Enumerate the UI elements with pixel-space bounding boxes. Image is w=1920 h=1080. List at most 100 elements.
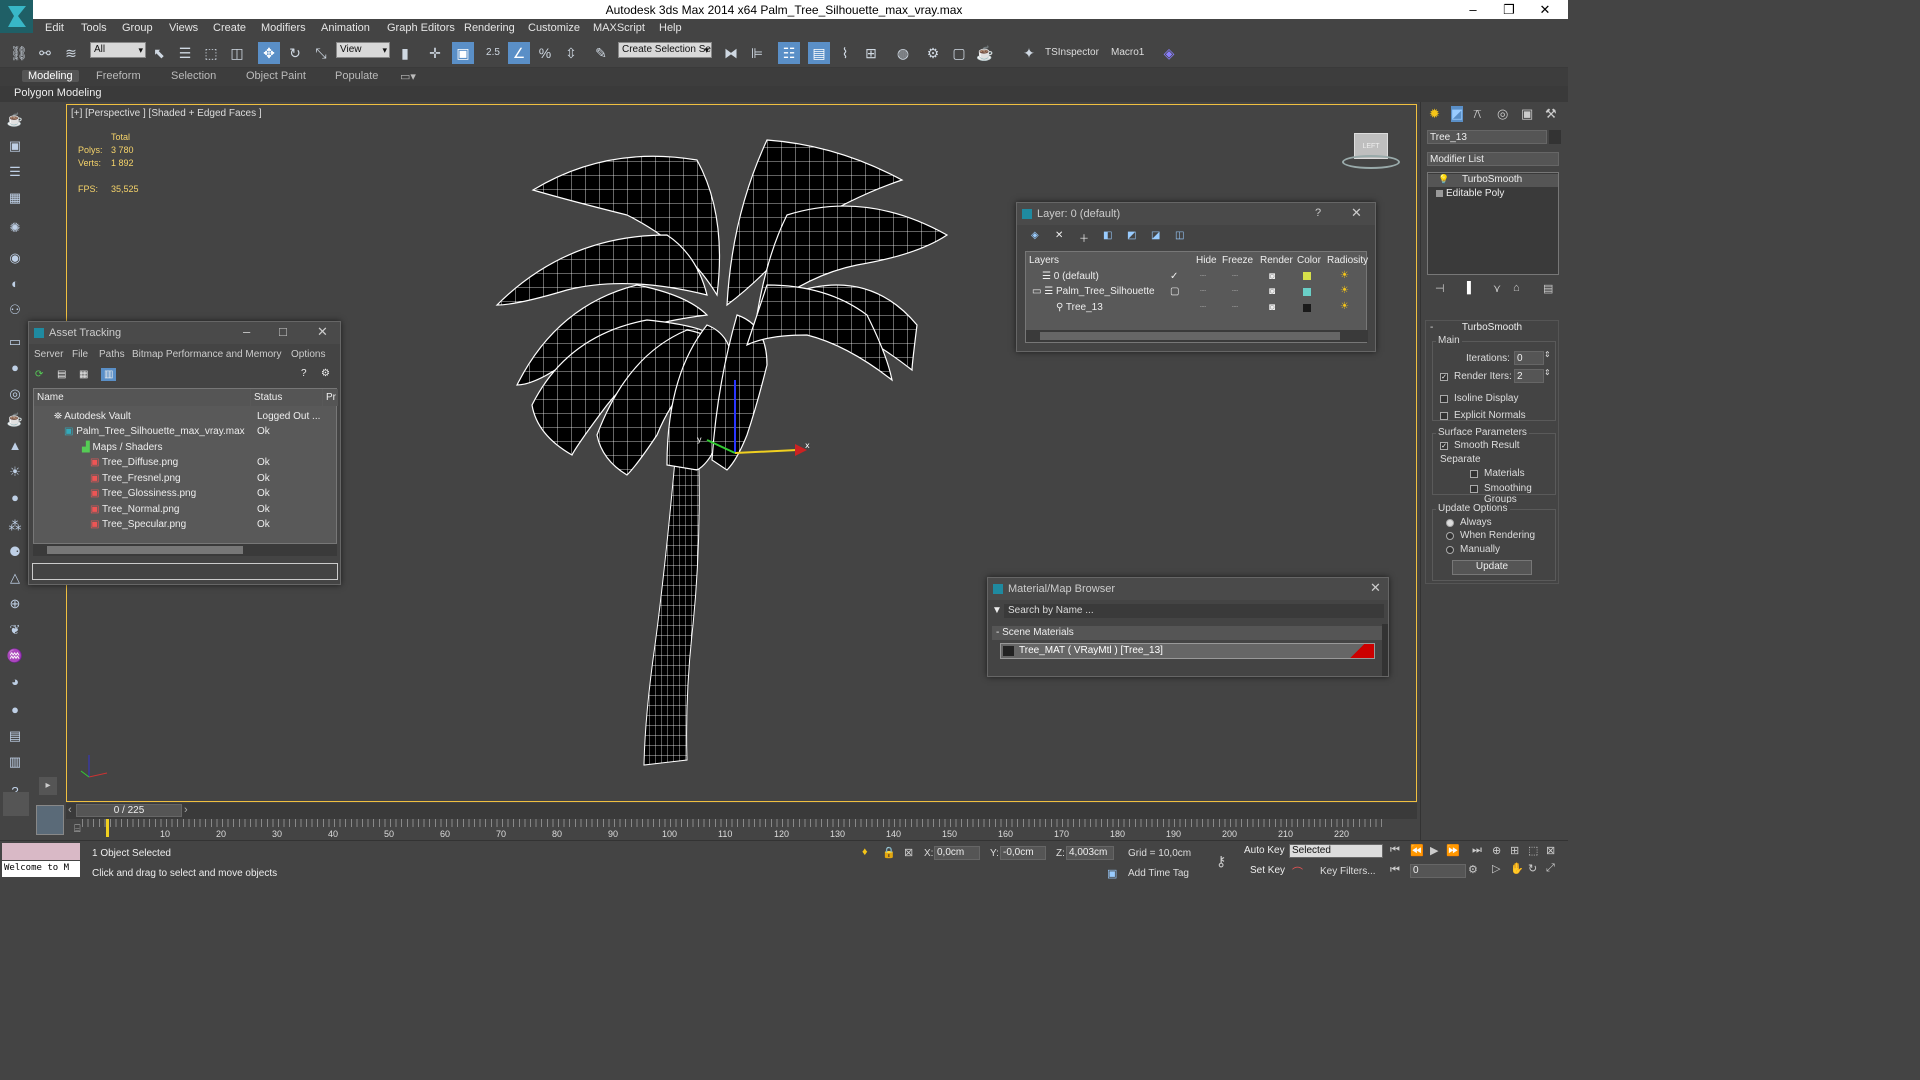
render-production-icon[interactable]: ☕: [974, 42, 996, 64]
layer-manager-title[interactable]: Layer: 0 (default): [1017, 203, 1375, 225]
globe-icon[interactable]: ⊕: [5, 594, 25, 614]
hierarchy-tab-icon[interactable]: ⚻: [1473, 106, 1482, 122]
paint-icon[interactable]: ◕: [5, 672, 25, 692]
set-key-icon[interactable]: ⌒: [1292, 864, 1303, 880]
layers-icon[interactable]: ▦: [5, 188, 25, 208]
close-button[interactable]: ✕: [1527, 0, 1563, 19]
smoothing-groups-checkbox[interactable]: [1470, 485, 1478, 493]
layer-active-toggle-icon[interactable]: ▢: [1170, 286, 1179, 297]
group-icon[interactable]: ⚇: [5, 300, 25, 320]
table-row[interactable]: ▣ Tree_Fresnel.png: [90, 473, 181, 484]
utilities-tab-icon[interactable]: ⚒: [1545, 106, 1557, 122]
preview-icon[interactable]: [3, 792, 29, 816]
asset-settings-icon[interactable]: ⚙: [321, 368, 330, 379]
play-animation-icon[interactable]: ▶: [1430, 844, 1438, 857]
time-slider[interactable]: ‹ 0 / 225 ›: [66, 803, 1417, 819]
render-setup-icon[interactable]: ⚙: [922, 42, 944, 64]
rect-selection-icon[interactable]: ⬚: [200, 42, 222, 64]
set-key-button[interactable]: Set Key: [1250, 865, 1286, 880]
material-editor-icon[interactable]: ◍: [892, 42, 914, 64]
keyboard-shortcut-override-icon[interactable]: ▣: [452, 42, 474, 64]
maximize-button[interactable]: ❐: [1491, 0, 1527, 19]
helper-icon[interactable]: ◐: [5, 274, 25, 294]
selection-filter-dropdown[interactable]: All: [90, 42, 146, 58]
pan-icon[interactable]: ✋: [1510, 862, 1524, 875]
layer-col-layers[interactable]: Layers: [1026, 252, 1171, 268]
polygon-modeling-label[interactable]: Polygon Modeling: [14, 87, 101, 99]
table-view-icon[interactable]: ▥: [101, 368, 117, 381]
script-icon[interactable]: ▥: [5, 752, 25, 772]
x-coordinate-field[interactable]: 0,0cm: [934, 846, 980, 860]
make-unique-icon[interactable]: ⋎: [1493, 282, 1501, 295]
link-icon[interactable]: ⛓: [8, 42, 30, 64]
align-icon[interactable]: ⊫: [746, 42, 768, 64]
materials-checkbox[interactable]: [1470, 470, 1478, 478]
orbit-icon[interactable]: ↻: [1528, 862, 1537, 875]
zoom-extents-icon[interactable]: ⬚: [1528, 844, 1538, 857]
track-bar[interactable]: 10 20 30 40 50 60 70 80 90 100 110 120 1…: [66, 819, 1382, 839]
selection-lock-icon[interactable]: 🔒: [882, 846, 896, 859]
manually-radio[interactable]: [1446, 546, 1454, 554]
z-coordinate-field[interactable]: 4,003cm: [1066, 846, 1114, 860]
render-toggle-icon[interactable]: ◙: [1269, 302, 1275, 313]
zoom-all-icon[interactable]: ⊞: [1510, 844, 1519, 857]
spinner-snap-icon[interactable]: ⇳: [560, 42, 582, 64]
go-to-start-icon[interactable]: ⏮: [1390, 844, 1400, 857]
select-scale-icon[interactable]: ⤡: [310, 42, 332, 64]
freeze-toggle-icon[interactable]: ┈: [1232, 271, 1238, 282]
layer-color-swatch[interactable]: [1303, 288, 1311, 296]
rendered-frame-window-icon[interactable]: ▢: [948, 42, 970, 64]
menu-help[interactable]: Help: [659, 22, 682, 34]
layer-row[interactable]: ☰ 0 (default): [1042, 271, 1099, 282]
asset-menu-bitmap[interactable]: Bitmap Performance and Memory: [132, 349, 282, 360]
add-time-tag[interactable]: Add Time Tag: [1128, 868, 1189, 879]
current-frame-field[interactable]: 0: [1410, 864, 1466, 878]
thumbnail-view-icon[interactable]: ▦: [79, 369, 88, 380]
layer-row[interactable]: ▭ ☰ Palm_Tree_Silhouette: [1032, 286, 1155, 297]
menu-create[interactable]: Create: [213, 22, 246, 34]
plant-icon[interactable]: ❦: [5, 620, 25, 640]
layer-color-swatch[interactable]: [1303, 304, 1311, 312]
list-icon[interactable]: ☰: [5, 162, 25, 182]
collapse-icon[interactable]: -: [1430, 322, 1433, 333]
asset-horizontal-scrollbar[interactable]: [33, 544, 337, 556]
schematic-view-icon[interactable]: ⊞: [860, 42, 882, 64]
always-radio[interactable]: [1446, 519, 1454, 527]
asset-menu-file[interactable]: File: [72, 349, 88, 360]
layer-color-swatch[interactable]: [1303, 272, 1311, 280]
material-icon[interactable]: ●: [5, 700, 25, 720]
mirror-icon[interactable]: ⧓: [720, 42, 742, 64]
table-row[interactable]: ▣ Tree_Diffuse.png: [90, 457, 178, 468]
tsinspector-icon[interactable]: ✦: [1018, 42, 1040, 64]
asset-col-status[interactable]: Status: [251, 389, 322, 406]
isolate-selection-icon[interactable]: ♦: [862, 846, 868, 858]
window-crossing-icon[interactable]: ◫: [226, 42, 248, 64]
explicit-normals-checkbox[interactable]: [1440, 412, 1448, 420]
y-coordinate-field[interactable]: -0,0cm: [1000, 846, 1046, 860]
add-to-layer-icon[interactable]: ＋: [1079, 230, 1089, 245]
mini-listener-icon[interactable]: [36, 805, 64, 835]
asset-path-field[interactable]: [32, 563, 338, 580]
modifier-list-dropdown[interactable]: Modifier List: [1427, 152, 1559, 166]
pin-stack-icon[interactable]: ⊣: [1435, 282, 1445, 295]
particles-icon[interactable]: ⁂: [5, 516, 25, 536]
teapot-primitive-icon[interactable]: ☕: [5, 410, 25, 430]
next-frame-icon[interactable]: ›: [184, 804, 188, 816]
active-layer-check-icon[interactable]: ✓: [1170, 271, 1178, 282]
select-in-layer-icon[interactable]: ◧: [1103, 230, 1112, 241]
angle-snap-icon[interactable]: ∠: [508, 42, 530, 64]
tsinspector-label[interactable]: TSInspector: [1045, 47, 1099, 58]
toggle-ribbon-icon[interactable]: ▤: [808, 42, 830, 64]
menu-customize[interactable]: Customize: [528, 22, 580, 34]
menu-animation[interactable]: Animation: [321, 22, 370, 34]
configure-modifier-sets-icon[interactable]: ▤: [1543, 282, 1553, 295]
snaps-toggle-icon[interactable]: 2.5: [482, 42, 504, 64]
reference-coordinate-dropdown[interactable]: View: [336, 42, 390, 58]
ribbon-tab-selection[interactable]: Selection: [171, 70, 216, 82]
hair-icon[interactable]: ♒: [5, 646, 25, 666]
hide-toggle-icon[interactable]: ┈: [1200, 286, 1206, 297]
light-icon[interactable]: ✺: [5, 218, 25, 238]
asset-minimize-button[interactable]: –: [243, 324, 250, 339]
refresh-icon[interactable]: ⟳: [35, 369, 43, 380]
material-browser-close-button[interactable]: ✕: [1370, 580, 1381, 596]
